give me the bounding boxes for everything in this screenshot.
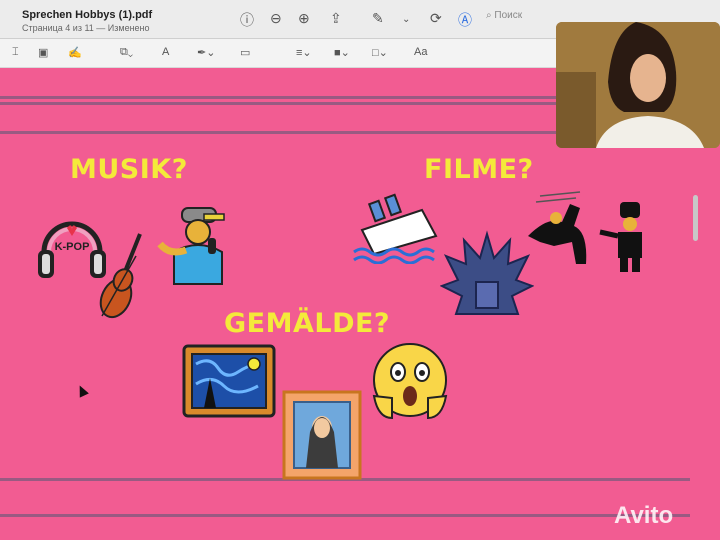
heading-films: FILME? [424,154,534,185]
share-icon[interactable]: ⇪ [330,10,342,27]
throne-icon [440,230,534,315]
search-icon: ⌕ [486,10,492,21]
mona-lisa-painting-icon [282,390,362,480]
zoom-out-icon[interactable]: ⊖ [270,10,282,27]
person-video-image [556,22,720,148]
starry-night-painting-icon [182,344,276,418]
font-button[interactable]: Aa [414,46,427,58]
text-box-icon[interactable]: A [162,46,169,58]
chevron-down-icon[interactable]: ⌄ [402,14,410,25]
sketch-icon[interactable]: ✍ [68,46,82,59]
note-icon[interactable]: ▭ [240,46,250,59]
heading-music: MUSIK? [70,154,188,185]
shocked-face-emoji-icon [372,343,448,420]
zoom-in-icon[interactable]: ⊕ [298,10,310,27]
action-scene-icon [528,191,642,272]
info-icon[interactable]: ⓘ [240,10,254,30]
heading-paintings: GEMÄLDE? [224,308,391,339]
rotate-icon[interactable]: ⟳ [430,10,442,27]
shapes-icon[interactable]: ⧉⌄ [120,46,133,59]
rapper-icon [157,207,225,285]
search-placeholder: Поиск [494,10,523,21]
sinking-ship-icon [353,193,438,264]
border-color-icon[interactable]: ■⌄ [334,46,350,59]
document-title: Sprechen Hobbys (1).pdf [22,9,153,21]
sign-icon[interactable]: ✒⌄ [197,46,215,59]
divider [0,514,690,517]
markup-pen-icon[interactable]: ✎ [372,10,384,27]
scrollbar[interactable] [693,195,698,241]
webcam-video [556,22,720,148]
fill-color-icon[interactable]: □⌄ [372,46,388,59]
line-style-icon[interactable]: ≡⌄ [296,46,312,59]
search-field[interactable]: ⌕ Поиск [486,10,566,28]
violin-icon [99,233,142,319]
avito-watermark: Avito [614,502,674,529]
kpop-label: K-POP [55,241,90,253]
rectangle-selection-icon[interactable]: ▣ [38,46,48,59]
document-page-status: Страница 4 из 11 — Изменено [22,23,150,33]
text-selection-icon[interactable]: ⌶ [12,46,19,59]
highlight-icon[interactable]: Ⓐ [458,10,472,30]
